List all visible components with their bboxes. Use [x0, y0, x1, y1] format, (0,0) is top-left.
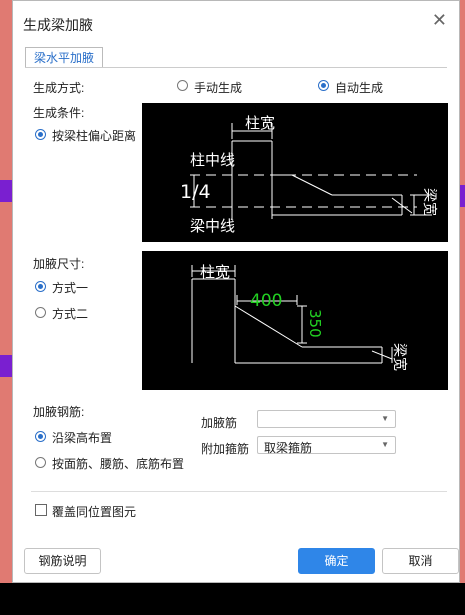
beam-width-text-2: 梁宽 — [391, 343, 408, 371]
cad-background — [0, 583, 465, 615]
beam-center-text: 梁中线 — [190, 217, 235, 235]
stirrup-select[interactable]: 取梁箍筋 ▼ — [257, 436, 396, 455]
along-height-radio[interactable] — [35, 431, 46, 442]
manual-label[interactable]: 手动生成 — [194, 79, 242, 96]
along-height-label[interactable]: 沿梁高布置 — [52, 429, 112, 446]
eccentric-radio[interactable] — [35, 129, 46, 140]
title-bar: 生成梁加腋 ✕ — [13, 1, 459, 41]
close-icon[interactable]: ✕ — [432, 11, 447, 29]
haunch-size-diagram: 柱宽 400 350 梁宽 — [142, 251, 448, 390]
beam-width-text: 梁宽 — [421, 188, 438, 216]
tab-divider — [25, 67, 447, 68]
option1-radio[interactable] — [35, 281, 46, 292]
overwrite-checkbox[interactable] — [35, 504, 47, 516]
overwrite-label[interactable]: 覆盖同位置图元 — [52, 503, 136, 520]
rebar-label: 加腋钢筋: — [33, 405, 85, 419]
option2-radio[interactable] — [35, 307, 46, 318]
auto-radio[interactable] — [318, 80, 329, 91]
auto-label[interactable]: 自动生成 — [335, 79, 383, 96]
stirrup-label: 附加箍筋 — [201, 442, 250, 456]
by-layer-label[interactable]: 按面筋、腰筋、底筋布置 — [52, 455, 184, 472]
rebar-help-button[interactable]: 钢筋说明 — [24, 548, 101, 574]
col-center-text: 柱中线 — [190, 151, 235, 169]
by-layer-radio[interactable] — [35, 457, 46, 468]
option1-label[interactable]: 方式一 — [52, 279, 88, 296]
generate-haunch-dialog: 生成梁加腋 ✕ 梁水平加腋 生成方式: 手动生成 自动生成 生成条件: 按梁柱偏… — [12, 0, 460, 583]
chevron-down-icon: ▼ — [381, 440, 389, 449]
ratio-text: 1/4 — [180, 181, 211, 203]
manual-radio[interactable] — [177, 80, 188, 91]
ok-button[interactable]: 确定 — [298, 548, 375, 574]
bg-element — [0, 355, 12, 377]
option2-label[interactable]: 方式二 — [52, 305, 88, 322]
haunch-bar-select[interactable]: ▼ — [257, 410, 396, 428]
bg-element — [0, 180, 12, 202]
dim-400-text: 400 — [250, 291, 282, 311]
bg-element — [460, 185, 465, 207]
chevron-down-icon: ▼ — [381, 414, 389, 423]
dialog-title: 生成梁加腋 — [23, 17, 93, 33]
gen-mode-label: 生成方式: — [33, 81, 85, 95]
dim-350-text: 350 — [306, 309, 324, 338]
tab-horizontal-haunch[interactable]: 梁水平加腋 — [25, 47, 104, 68]
haunch-bar-label: 加腋筋 — [201, 416, 238, 430]
cancel-button[interactable]: 取消 — [382, 548, 459, 574]
gen-condition-label: 生成条件: — [33, 106, 85, 120]
stirrup-value: 取梁箍筋 — [264, 441, 313, 455]
col-width-text: 柱宽 — [245, 114, 275, 132]
divider — [31, 491, 447, 492]
eccentric-diagram: 柱宽 柱中线 1/4 梁中线 梁宽 — [142, 103, 448, 242]
eccentric-label[interactable]: 按梁柱偏心距离 — [52, 127, 136, 144]
col-width-text-2: 柱宽 — [200, 263, 230, 281]
haunch-size-label: 加腋尺寸: — [33, 257, 85, 271]
